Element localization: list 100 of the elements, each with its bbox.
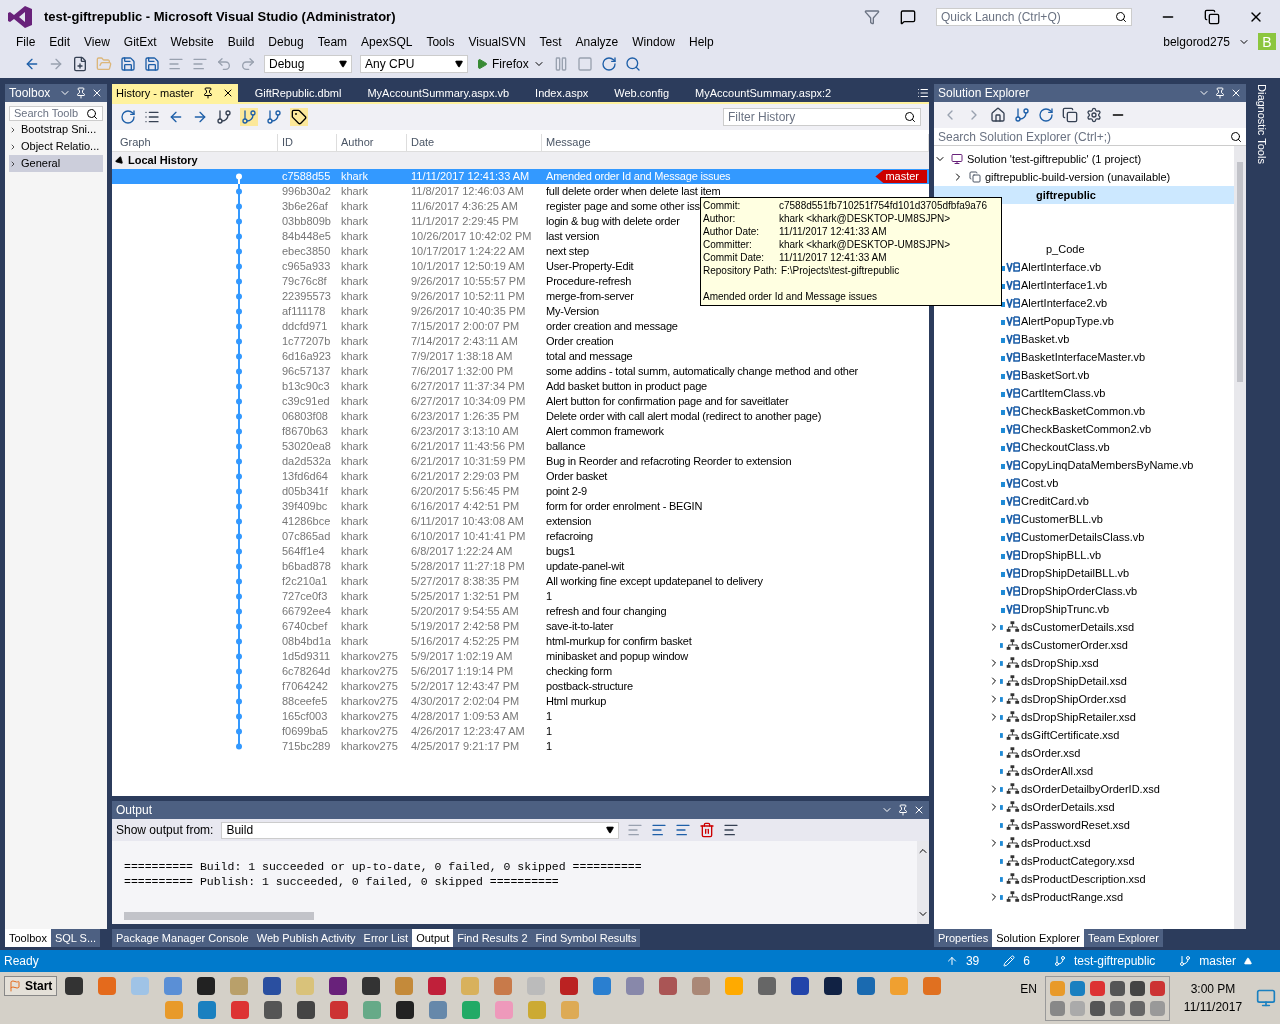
unpushed-count[interactable]: 39 <box>965 952 980 970</box>
history-row[interactable]: b13c90c3 khark 6/27/2017 11:37:34 PM Add basket button in product page <box>112 379 929 394</box>
history-row[interactable]: f7064242 kharkov275 5/2/2017 12:43:47 PM postback-structure <box>112 679 929 694</box>
tree-item[interactable]: dsCustomerOrder.xsd <box>934 636 1234 654</box>
column-header[interactable]: ID <box>278 134 337 151</box>
panel-tab[interactable]: Toolbox <box>5 929 51 947</box>
tree-item[interactable]: DropShipTrunc.vb <box>934 600 1234 618</box>
tree-item[interactable]: Solution 'test-giftrepublic' (1 project) <box>934 150 1234 168</box>
toolbox-group[interactable]: Bootstrap Sni... <box>9 121 103 138</box>
menu-item[interactable]: VisualSVN <box>461 32 533 51</box>
tree-item[interactable]: dsProductDescription.xsd <box>934 870 1234 888</box>
tree-item[interactable]: dsDropShipOrder.xsd <box>934 690 1234 708</box>
history-row[interactable]: 1c77207b khark 7/14/2017 2:43:11 AM Order creation <box>112 334 929 349</box>
tree-item[interactable]: giftrepublic-build-version (unavailable) <box>934 168 1234 186</box>
history-row[interactable]: 66792ee4 khark 5/20/2017 9:54:55 AM refresh and four changing <box>112 604 929 619</box>
column-header[interactable]: Graph <box>112 134 278 151</box>
configuration-dropdown[interactable]: Debug <box>264 55 352 73</box>
tree-item[interactable]: CheckBasketCommon.vb <box>934 402 1234 420</box>
tree-item[interactable]: dsProductCategory.xsd <box>934 852 1234 870</box>
tree-item[interactable]: dsDropShip.xsd <box>934 654 1234 672</box>
platform-dropdown[interactable]: Any CPU <box>360 55 468 73</box>
panel-tab[interactable]: Error List <box>359 929 413 947</box>
menu-item[interactable]: Debug <box>261 32 311 51</box>
menu-item[interactable]: ApexSQL <box>354 32 420 51</box>
history-row[interactable]: 1d5d9311 kharkov275 5/9/2017 1:02:19 AM minibasket and popup window <box>112 649 929 664</box>
panel-tab[interactable]: Web Publish Activity <box>252 929 360 947</box>
history-row[interactable]: f0699ba5 kharkov275 4/26/2017 12:23:47 AM 1 <box>112 724 929 739</box>
history-row[interactable]: af111178 khark 9/26/2017 10:40:35 PM My-Version <box>112 304 929 319</box>
tree-item[interactable]: CheckoutClass.vb <box>934 438 1234 456</box>
column-header[interactable]: Date <box>407 134 542 151</box>
document-tab[interactable]: History - master <box>112 84 238 102</box>
history-row[interactable]: 6d16a923 khark 7/9/2017 1:38:18 AM total and message <box>112 349 929 364</box>
repository-name[interactable]: test-giftrepublic <box>1073 952 1156 970</box>
tree-item[interactable]: BasketInterfaceMaster.vb <box>934 348 1234 366</box>
panel-tab[interactable]: Find Symbol Results <box>531 929 641 947</box>
branch-name[interactable]: master <box>1199 952 1236 970</box>
history-row[interactable]: c7588d55 khark 11/11/2017 12:41:33 AM Amended order Id and Message issues master <box>112 169 929 184</box>
history-row[interactable]: ddcfd971 khark 7/15/2017 2:00:07 PM order creation and message <box>112 319 929 334</box>
group-header[interactable]: Local History <box>112 152 929 169</box>
document-tab[interactable]: MyAccountSummary.aspx:2 <box>682 84 845 102</box>
history-row[interactable]: 41286bce khark 6/11/2017 10:43:08 AM extension <box>112 514 929 529</box>
history-row[interactable]: b6bad878 khark 5/28/2017 11:27:18 PM update-panel-wit <box>112 559 929 574</box>
history-row[interactable]: da2d532a khark 6/21/2017 10:31:59 PM Bug in Reorder and refacroting Reorder to extension <box>112 454 929 469</box>
changes-count[interactable]: 6 <box>1023 952 1030 970</box>
language-indicator[interactable]: EN <box>1020 980 1037 998</box>
tree-item[interactable]: AlertInterface2.vb <box>934 294 1234 312</box>
tree-item[interactable]: CopyLinqDataMembersByName.vb <box>934 456 1234 474</box>
tree-item[interactable]: CreditCard.vb <box>934 492 1234 510</box>
document-tab[interactable]: GiftRepublic.dbml <box>241 84 355 102</box>
tree-item[interactable]: dsOrderAll.xsd <box>934 762 1234 780</box>
tree-item[interactable]: CartItemClass.vb <box>934 384 1234 402</box>
tree-item[interactable]: AlertInterface1.vb <box>934 276 1234 294</box>
toolbox-group[interactable]: General <box>9 155 103 172</box>
history-row[interactable]: 6c78264d kharkov275 5/6/2017 1:19:14 PM checking form <box>112 664 929 679</box>
history-row[interactable]: 07c865ad khark 6/10/2017 10:41:41 PM refacroing <box>112 529 929 544</box>
tree-item[interactable]: dsCustomerDetails.xsd <box>934 618 1234 636</box>
tree-item[interactable]: dsDropShipRetailer.xsd <box>934 708 1234 726</box>
menu-item[interactable]: Test <box>532 32 569 51</box>
history-row[interactable]: 39f409bc khark 6/16/2017 4:42:51 PM form for order enrolment - BEGIN <box>112 499 929 514</box>
start-button[interactable]: Start <box>4 976 58 996</box>
menu-item[interactable]: Team <box>310 32 355 51</box>
menu-item[interactable]: Website <box>163 32 221 51</box>
toolbox-search-field[interactable]: Search Toolb <box>9 106 103 121</box>
tree-item[interactable]: dsOrder.xsd <box>934 744 1234 762</box>
menu-item[interactable]: Tools <box>419 32 462 51</box>
tree-item[interactable]: BasketSort.vb <box>934 366 1234 384</box>
history-row[interactable]: 53020ea8 khark 6/21/2017 11:43:56 PM ballance <box>112 439 929 454</box>
history-row[interactable]: 727ce0f3 khark 5/25/2017 1:32:51 PM 1 <box>112 589 929 604</box>
tree-item[interactable]: dsOrderDetails.xsd <box>934 798 1234 816</box>
panel-tab[interactable]: Package Manager Console <box>112 929 253 947</box>
quick-launch-field[interactable]: Quick Launch (Ctrl+Q) <box>936 7 1132 26</box>
user-name[interactable]: belgorod275 <box>1163 32 1230 51</box>
history-row[interactable]: 08b4bd1a khark 5/16/2017 4:52:25 PM html-murkup for confirm basket <box>112 634 929 649</box>
panel-tab[interactable]: Solution Explorer <box>992 929 1084 947</box>
column-header[interactable]: Author <box>337 134 407 151</box>
history-row[interactable]: f8670b63 khark 6/23/2017 3:13:10 AM Alert common framework <box>112 424 929 439</box>
document-tab[interactable]: Web.config <box>601 84 683 102</box>
solution-search-field[interactable]: Search Solution Explorer (Ctrl+;) <box>934 128 1246 146</box>
history-row[interactable]: 564ff1e4 khark 6/8/2017 1:22:24 AM bugs1 <box>112 544 929 559</box>
tree-item[interactable]: dsPasswordReset.xsd <box>934 816 1234 834</box>
menu-item[interactable]: View <box>77 32 117 51</box>
history-row[interactable]: 88ceefe5 kharkov275 4/30/2017 2:02:04 PM Html murkup <box>112 694 929 709</box>
tree-item[interactable]: CheckBasketCommon2.vb <box>934 420 1234 438</box>
tree-item[interactable]: CustomerBLL.vb <box>934 510 1234 528</box>
menu-item[interactable]: Window <box>625 32 682 51</box>
tree-item[interactable]: dsProduct.xsd <box>934 834 1234 852</box>
tree-item[interactable]: CustomerDetailsClass.vb <box>934 528 1234 546</box>
toolbox-group[interactable]: Object Relatio... <box>9 138 103 155</box>
tree-item[interactable]: dsGiftCertificate.xsd <box>934 726 1234 744</box>
side-tab[interactable]: Diagnostic Tools <box>1253 84 1271 164</box>
tree-item[interactable]: dsOrderDetailbyOrderID.xsd <box>934 780 1234 798</box>
tree-item[interactable]: Cost.vb <box>934 474 1234 492</box>
history-row[interactable]: 06803f08 khark 6/23/2017 1:26:35 PM Delete order with call alert modal (redirect to another page) <box>112 409 929 424</box>
history-row[interactable]: 715bc289 kharkov275 4/25/2017 9:21:17 PM 1 <box>112 739 929 754</box>
history-row[interactable]: c39c91ed khark 6/27/2017 10:34:09 PM Alert button for confirmation page and for saveitlater <box>112 394 929 409</box>
menu-item[interactable]: Build <box>220 32 262 51</box>
filter-history-field[interactable]: Filter History <box>723 108 921 126</box>
tree-item[interactable]: DropShipDetailBLL.vb <box>934 564 1234 582</box>
tree-item[interactable]: AlertPopupType.vb <box>934 312 1234 330</box>
history-row[interactable]: 996b30a2 khark 11/8/2017 12:46:03 AM full delete order when delete last item <box>112 184 929 199</box>
